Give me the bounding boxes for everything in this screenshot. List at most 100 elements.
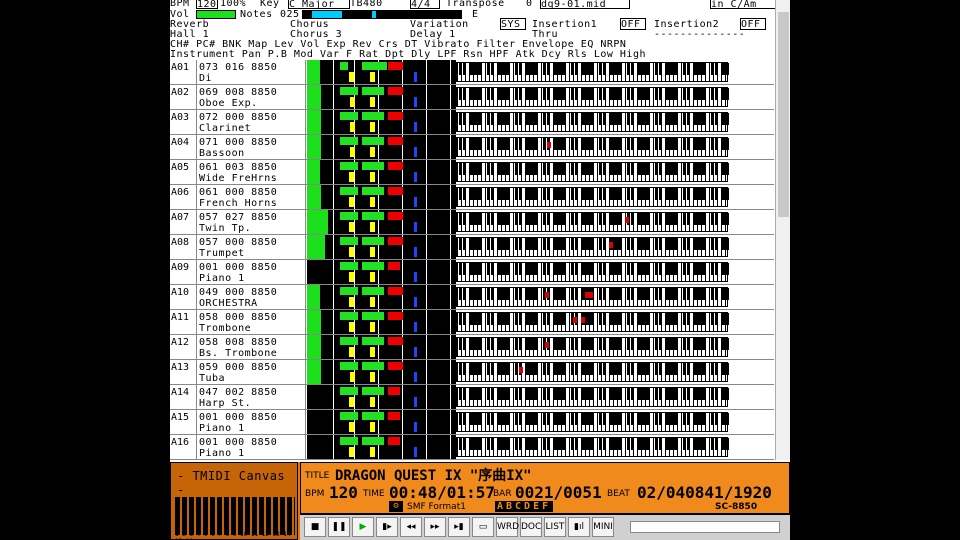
transport-button[interactable]: ■ xyxy=(304,517,326,537)
black-key xyxy=(603,413,606,425)
channel-row[interactable]: A14 047 002 8850 Harp St. xyxy=(170,385,774,410)
reverb-bar xyxy=(388,137,403,145)
black-key xyxy=(515,88,518,100)
transport-button[interactable]: ❚❚ xyxy=(328,517,350,537)
black-key xyxy=(586,388,589,400)
black-key xyxy=(702,363,705,375)
instrument-cell[interactable]: 069 008 8850 Oboe Exp. xyxy=(198,85,306,109)
black-key xyxy=(599,288,602,300)
channel-number: A12 xyxy=(170,335,197,359)
instrument-cell[interactable]: 072 000 8850 Clarinet xyxy=(198,110,306,134)
instrument-cell[interactable]: 049 000 8850 ORCHESTRA xyxy=(198,285,306,309)
channel-row[interactable]: A07 057 027 8850 Twin Tp. xyxy=(170,210,774,235)
black-key xyxy=(530,213,533,225)
channel-row[interactable]: A13 059 000 8850 Tuba xyxy=(170,360,774,385)
instrument-cell[interactable]: 001 000 8850 Piano 1 xyxy=(198,410,306,434)
channel-row[interactable]: A10 049 000 8850 ORCHESTRA xyxy=(170,285,774,310)
instrument-cell[interactable]: 047 002 8850 Harp St. xyxy=(198,385,306,409)
filename: dq9-01.mid xyxy=(540,0,630,10)
channel-row[interactable]: A08 057 000 8850 Trumpet xyxy=(170,235,774,260)
black-key xyxy=(502,388,505,400)
channel-row[interactable]: A12 058 008 8850 Bs. Trombone xyxy=(170,335,774,360)
transpose-label: Transpose xyxy=(446,0,505,9)
instrument-name: Wide FreHrns xyxy=(199,173,278,184)
black-key xyxy=(722,63,725,75)
black-key xyxy=(638,88,641,100)
black-key xyxy=(582,388,585,400)
black-key xyxy=(526,263,529,275)
insertion1-toggle[interactable]: OFF xyxy=(620,18,646,30)
transport-button[interactable]: ▭ xyxy=(472,517,494,537)
black-key xyxy=(459,88,462,100)
instrument-cell[interactable]: 061 000 8850 French Horns xyxy=(198,185,306,209)
transport-button[interactable]: ◂◂ xyxy=(400,517,422,537)
instrument-name: Piano 1 xyxy=(199,273,245,284)
black-key xyxy=(715,313,718,325)
transport-button[interactable]: ▶ xyxy=(352,517,374,537)
transport-button[interactable]: LIST xyxy=(544,517,566,537)
transport-button[interactable]: ▸▸ xyxy=(424,517,446,537)
black-key xyxy=(470,88,473,100)
channel-row[interactable]: A02 069 008 8850 Oboe Exp. xyxy=(170,85,774,110)
channel-row[interactable]: A01 073 016 8850 Di xyxy=(170,60,774,85)
black-key xyxy=(478,88,481,100)
instrument-cell[interactable]: 073 016 8850 Di xyxy=(198,60,306,84)
black-key xyxy=(547,88,550,100)
position-slider[interactable] xyxy=(630,521,780,533)
channel-row[interactable]: A03 072 000 8850 Clarinet xyxy=(170,110,774,135)
black-key xyxy=(698,313,701,325)
instrument-cell[interactable]: 059 000 8850 Tuba xyxy=(198,360,306,384)
black-key xyxy=(670,163,673,175)
black-key xyxy=(694,263,697,275)
black-key xyxy=(646,263,649,275)
black-key xyxy=(543,163,546,175)
channel-row[interactable]: A06 061 000 8850 French Horns xyxy=(170,185,774,210)
channel-row[interactable]: A16 001 000 8850 Piano 1 xyxy=(170,435,774,460)
vertical-scrollbar[interactable] xyxy=(775,0,790,460)
transport-button[interactable]: ▸▮ xyxy=(448,517,470,537)
black-key xyxy=(519,263,522,275)
channel-row[interactable]: A04 071 000 8850 Bassoon xyxy=(170,135,774,160)
black-key xyxy=(683,113,686,125)
instrument-cell[interactable]: 001 000 8850 Piano 1 xyxy=(198,435,306,459)
transport-button[interactable]: MINI xyxy=(592,517,614,537)
black-key xyxy=(618,88,621,100)
black-key xyxy=(627,438,630,450)
transport-button[interactable]: DOC xyxy=(520,517,542,537)
instrument-cell[interactable]: 061 003 8850 Wide FreHrns xyxy=(198,160,306,184)
black-key xyxy=(614,438,617,450)
black-key xyxy=(715,238,718,250)
pan-marker xyxy=(349,422,354,432)
channel-row[interactable]: A11 058 000 8850 Trombone xyxy=(170,310,774,335)
black-key xyxy=(491,188,494,200)
instrument-cell[interactable]: 058 000 8850 Trombone xyxy=(198,310,306,334)
instrument-cell[interactable]: 057 027 8850 Twin Tp. xyxy=(198,210,306,234)
instrument-cell[interactable]: 058 008 8850 Bs. Trombone xyxy=(198,335,306,359)
instrument-cell[interactable]: 057 000 8850 Trumpet xyxy=(198,235,306,259)
pan-marker xyxy=(349,297,354,307)
column-divider xyxy=(426,60,427,84)
transpose-value: 0 xyxy=(526,0,533,9)
channel-row[interactable]: A05 061 003 8850 Wide FreHrns xyxy=(170,160,774,185)
black-key xyxy=(554,113,557,125)
channel-row[interactable]: A09 001 000 8850 Piano 1 xyxy=(170,260,774,285)
black-key xyxy=(670,88,673,100)
instrument-cell[interactable]: 001 000 8850 Piano 1 xyxy=(198,260,306,284)
scrollbar-thumb[interactable] xyxy=(778,12,789,217)
channel-row[interactable]: A15 001 000 8850 Piano 1 xyxy=(170,410,774,435)
transport-button[interactable]: ▮▸ xyxy=(376,517,398,537)
black-key xyxy=(702,163,705,175)
column-divider xyxy=(426,110,427,134)
transport-button[interactable]: WRD xyxy=(496,517,519,537)
black-key xyxy=(674,363,677,375)
sys-button[interactable]: SYS xyxy=(500,18,526,30)
transport-button[interactable]: ▮ıl xyxy=(568,517,590,537)
channel-number: A03 xyxy=(170,110,197,134)
instrument-cell[interactable]: 071 000 8850 Bassoon xyxy=(198,135,306,159)
active-note xyxy=(573,317,577,323)
black-key xyxy=(534,88,537,100)
program-code: 047 002 8850 xyxy=(199,387,278,398)
pan-marker xyxy=(349,72,354,82)
black-key xyxy=(474,338,477,350)
black-key xyxy=(558,138,561,150)
